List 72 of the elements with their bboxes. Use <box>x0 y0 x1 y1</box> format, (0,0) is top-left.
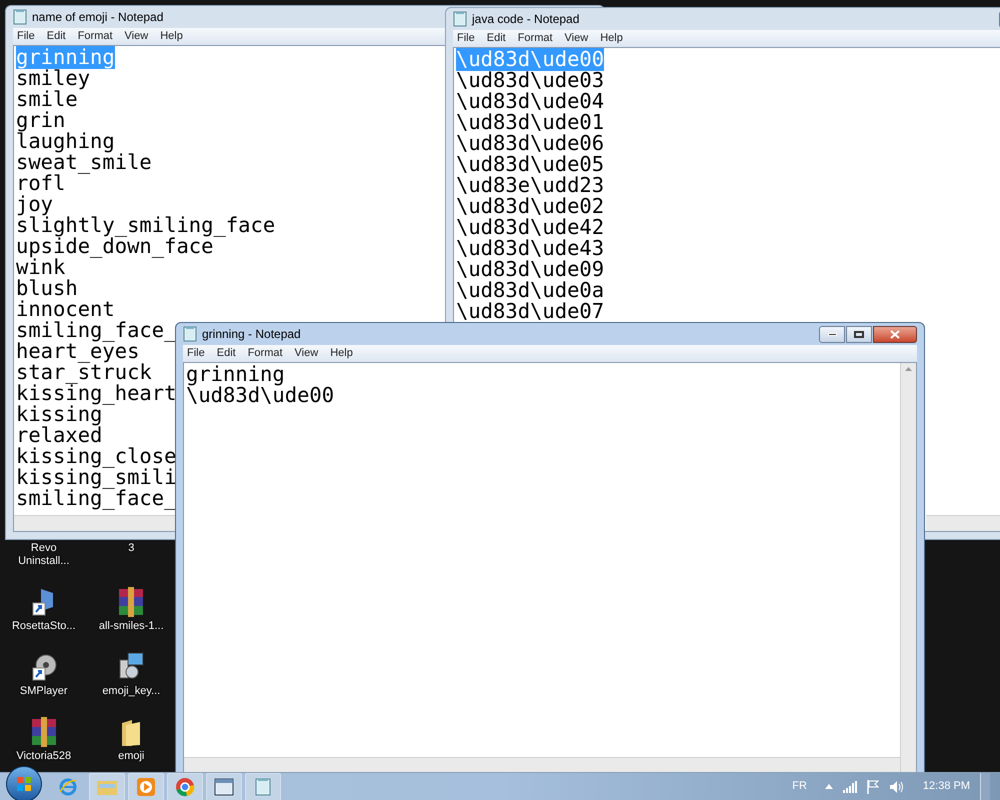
menu-item[interactable]: File <box>187 345 205 362</box>
text-line: \ud83d\ude02 <box>456 194 604 218</box>
window-title: name of emoji - Notepad <box>32 9 164 26</box>
start-button[interactable] <box>6 766 42 800</box>
maximize-button[interactable] <box>846 326 872 342</box>
film-reel-icon <box>30 652 57 682</box>
menu-item[interactable]: View <box>124 28 148 45</box>
notepad-icon <box>13 9 27 25</box>
desktop-icon-label[interactable]: Revo Uninstall... <box>4 542 84 568</box>
menu-item[interactable]: Format <box>248 345 283 362</box>
text-line: \ud83d\ude03 <box>456 68 604 92</box>
menu-item[interactable]: Help <box>600 30 623 47</box>
menu-item[interactable]: Edit <box>216 345 236 362</box>
text-line: \ud83d\ude06 <box>456 131 604 155</box>
text-line: \ud83d\ude04 <box>456 89 604 113</box>
text-line: \ud83d\ude42 <box>456 215 604 239</box>
menu-item[interactable]: Format <box>78 28 113 45</box>
window-title: grinning - Notepad <box>202 326 301 343</box>
window-title: java code - Notepad <box>472 11 580 28</box>
desktop-icon-label[interactable]: 3 <box>128 542 134 555</box>
menu-item[interactable]: Edit <box>486 30 506 47</box>
show-desktop-button[interactable] <box>980 772 990 800</box>
text-line: \ud83d\ude05 <box>456 152 604 176</box>
minimize-button[interactable] <box>819 326 845 342</box>
menu-item[interactable]: File <box>457 30 475 47</box>
signal-bars-icon[interactable] <box>842 780 857 792</box>
archive-icon <box>30 717 57 747</box>
flag-icon[interactable] <box>866 780 879 794</box>
text-line: grin <box>16 108 66 132</box>
text-line: \ud83d\ude07 <box>456 299 604 323</box>
archive-icon <box>118 587 144 617</box>
desktop-icon-label[interactable]: all-smiles-1... <box>98 620 164 633</box>
text-line: kissing_heart <box>16 381 176 405</box>
speaker-icon[interactable] <box>888 780 905 794</box>
text-line: joy <box>16 192 54 216</box>
menu-item[interactable]: View <box>294 345 318 362</box>
text-line: \ud83e\udd23 <box>456 173 604 197</box>
windows-logo-icon <box>16 776 32 792</box>
text-line: kissing_close <box>16 444 176 468</box>
desktop-icon-label[interactable]: emoji <box>118 750 144 763</box>
menu-item[interactable]: File <box>17 28 35 45</box>
menu-item[interactable]: Help <box>330 345 353 362</box>
folder-icon <box>120 719 142 747</box>
text-line: \ud83d\ude09 <box>456 257 604 281</box>
menu-item[interactable]: Edit <box>46 28 66 45</box>
browser-e-icon[interactable] <box>58 776 78 796</box>
notepad-icon[interactable] <box>255 778 271 796</box>
text-line: \ud83d\ude43 <box>456 236 604 260</box>
text-line: grinning <box>186 363 285 386</box>
menu-item[interactable]: View <box>564 30 588 47</box>
notepad-icon <box>453 11 467 27</box>
scroll-up-icon[interactable] <box>905 367 912 371</box>
menu-item[interactable]: Format <box>518 30 553 47</box>
text-line: smiling_face_ <box>16 318 176 342</box>
text-line: \ud83d\ude01 <box>456 110 604 134</box>
show-hidden-icons-icon[interactable] <box>824 784 833 789</box>
window-icon[interactable] <box>214 778 234 796</box>
play-icon[interactable] <box>136 776 156 796</box>
desktop-icon-label[interactable]: SMPlayer <box>20 685 68 698</box>
text-line: \ud83d\ude0a <box>456 278 604 302</box>
text-line: rofl <box>16 171 66 195</box>
desktop-icon-label[interactable]: Victoria528 <box>16 750 72 763</box>
chrome-icon[interactable] <box>175 776 195 796</box>
text-line: smile <box>16 87 78 111</box>
close-icon <box>890 330 900 338</box>
text-line: blush <box>16 276 78 300</box>
menu-item[interactable]: Help <box>160 28 183 45</box>
notepad-icon <box>183 326 197 342</box>
desktop-icon-label[interactable]: RosettaSto... <box>12 620 76 633</box>
text-line: innocent <box>16 297 115 321</box>
close-button[interactable] <box>873 326 917 342</box>
desktop-icon-label[interactable]: emoji_key... <box>102 685 160 698</box>
